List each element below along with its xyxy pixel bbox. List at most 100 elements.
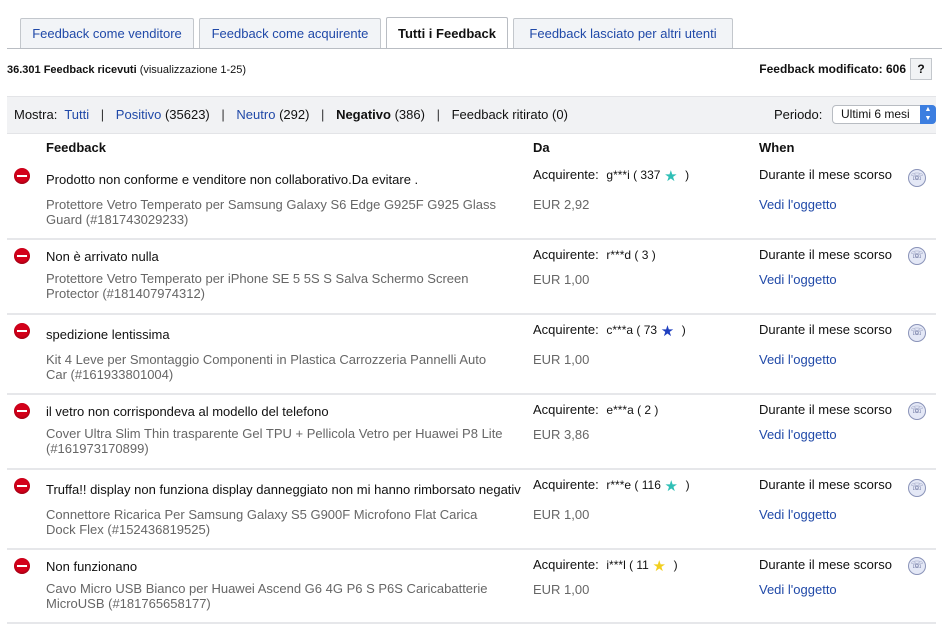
tab-seller-feedback[interactable]: Feedback come venditore (20, 18, 194, 48)
view-item-link[interactable]: Vedi l'oggetto (759, 352, 837, 367)
view-item-link[interactable]: Vedi l'oggetto (759, 427, 837, 442)
feedback-row: Truffa!! display non funziona display da… (7, 470, 936, 550)
feedback-from: Acquirente: e***a ( 2 ) (533, 402, 662, 420)
period-select[interactable]: Ultimi 6 mesi ▲ ▼ (832, 105, 936, 125)
feedback-modified-count: Feedback modificato: 606 (759, 62, 906, 76)
buyer-username-link[interactable]: c***a ( 73 (606, 323, 657, 337)
reply-feedback-icon[interactable]: ☏ (908, 169, 926, 187)
separator: | (221, 107, 225, 122)
view-item-link[interactable]: Vedi l'oggetto (759, 197, 837, 212)
feedback-item-title: Protettore Vetro Temperato per Samsung G… (46, 197, 496, 227)
separator: | (436, 107, 440, 122)
feedback-star-icon: ★ (664, 168, 678, 185)
feedback-star-icon: ★ (660, 323, 675, 340)
reply-feedback-icon[interactable]: ☏ (908, 479, 926, 497)
view-item-link[interactable]: Vedi l'oggetto (759, 272, 837, 287)
feedback-from: Acquirente: g***i ( 337 ★ ) (533, 167, 689, 185)
item-price: EUR 1,00 (533, 352, 590, 367)
feedback-comment: Prodotto non conforme e venditore non co… (46, 172, 419, 187)
buyer-username-link[interactable]: r***d ( 3 ) (606, 248, 655, 262)
help-button[interactable]: ? (910, 58, 932, 80)
chevron-updown-icon: ▲ ▼ (920, 105, 936, 125)
separator: | (321, 107, 325, 122)
feedback-item-title: Kit 4 Leve per Smontaggio Componenti in … (46, 352, 487, 382)
feedback-from: Acquirente: r***d ( 3 ) (533, 247, 660, 265)
feedback-when: Durante il mese scorso (759, 402, 892, 417)
table-header: Feedback Da When (7, 134, 936, 160)
feedback-from: Acquirente: r***e ( 116 ★ ) (533, 477, 690, 495)
feedback-when: Durante il mese scorso (759, 557, 892, 572)
feedback-from: Acquirente: i***l ( 11 ★ ) (533, 557, 678, 575)
tab-all-feedback[interactable]: Tutti i Feedback (386, 17, 508, 49)
negative-rating-icon (14, 323, 30, 339)
period-label: Periodo: (773, 107, 823, 122)
negative-rating-icon (14, 558, 30, 574)
column-header-when: When (759, 140, 795, 155)
buyer-username-link[interactable]: g***i ( 337 (606, 168, 660, 182)
buyer-role-label: Acquirente: (533, 402, 599, 417)
feedback-comment: Truffa!! display non funziona display da… (46, 482, 521, 497)
tabs-divider (7, 48, 942, 49)
negative-rating-icon (14, 478, 30, 494)
buyer-role-label: Acquirente: (533, 167, 599, 182)
item-price: EUR 1,00 (533, 582, 590, 597)
buyer-score-close: ) (685, 168, 690, 182)
feedback-when: Durante il mese scorso (759, 477, 892, 492)
buyer-username-link[interactable]: r***e ( 116 (606, 478, 660, 492)
column-header-from: Da (533, 140, 550, 155)
view-item-link[interactable]: Vedi l'oggetto (759, 507, 837, 522)
filter-bar: Mostra: Tutti | Positivo (35623) | Neutr… (7, 96, 936, 134)
feedback-when: Durante il mese scorso (759, 167, 892, 182)
buyer-username-link[interactable]: i***l ( 11 (606, 558, 648, 572)
feedback-when: Durante il mese scorso (759, 322, 892, 337)
period-select-value: Ultimi 6 mesi (841, 107, 910, 122)
positive-count: (35623) (164, 107, 210, 122)
reply-feedback-icon[interactable]: ☏ (908, 402, 926, 420)
filter-all-link[interactable]: Tutti (64, 107, 89, 122)
buyer-username-link[interactable]: e***a ( 2 ) (606, 403, 658, 417)
buyer-score-close: ) (673, 558, 678, 572)
feedback-count: 36.301 Feedback ricevuti (7, 64, 137, 76)
filter-negative-label: Negativo (336, 107, 391, 122)
negative-rating-icon (14, 168, 30, 184)
feedback-item-title: Cover Ultra Slim Thin trasparente Gel TP… (46, 426, 503, 456)
feedback-item-title: Protettore Vetro Temperato per iPhone SE… (46, 271, 469, 301)
item-price: EUR 1,00 (533, 507, 590, 522)
item-price: EUR 1,00 (533, 272, 590, 287)
view-item-link[interactable]: Vedi l'oggetto (759, 582, 837, 597)
feedback-row: Non è arrivato nulla Protettore Vetro Te… (7, 240, 936, 315)
buyer-score-close: ) (685, 478, 690, 492)
filter-positive-link[interactable]: Positivo (116, 107, 162, 122)
item-price: EUR 2,92 (533, 197, 590, 212)
feedback-comment: spedizione lentissima (46, 327, 170, 342)
filter-withdrawn-label: Feedback ritirato (0) (451, 107, 568, 122)
feedback-star-icon: ★ (652, 558, 666, 575)
feedback-when: Durante il mese scorso (759, 247, 892, 262)
feedback-star-icon: ★ (664, 478, 678, 495)
reply-feedback-icon[interactable]: ☏ (908, 324, 926, 342)
feedback-comment: Non è arrivato nulla (46, 249, 159, 264)
buyer-role-label: Acquirente: (533, 477, 599, 492)
buyer-role-label: Acquirente: (533, 557, 599, 572)
feedback-row: Non funzionano Cavo Micro USB Bianco per… (7, 550, 936, 624)
buyer-role-label: Acquirente: (533, 247, 599, 262)
reply-feedback-icon[interactable]: ☏ (908, 247, 926, 265)
feedback-summary: 36.301 Feedback ricevuti (visualizzazion… (7, 64, 246, 76)
reply-feedback-icon[interactable]: ☏ (908, 557, 926, 575)
feedback-tabs: Feedback come venditore Feedback come ac… (0, 0, 942, 49)
feedback-item-title: Connettore Ricarica Per Samsung Galaxy S… (46, 507, 478, 537)
feedback-row: spedizione lentissima Kit 4 Leve per Smo… (7, 315, 936, 395)
item-price: EUR 3,86 (533, 427, 590, 442)
feedback-from: Acquirente: c***a ( 73 ★ ) (533, 322, 686, 340)
neutral-count: (292) (279, 107, 310, 122)
feedback-item-title: Cavo Micro USB Bianco per Huawei Ascend … (46, 581, 488, 611)
separator: | (100, 107, 105, 122)
negative-rating-icon (14, 248, 30, 264)
filter-neutral-link[interactable]: Neutro (236, 107, 275, 122)
tab-buyer-feedback[interactable]: Feedback come acquirente (199, 18, 381, 48)
tab-feedback-left-for-others[interactable]: Feedback lasciato per altri utenti (513, 18, 733, 48)
negative-count: (386) (394, 107, 425, 122)
feedback-row: il vetro non corrispondeva al modello de… (7, 395, 936, 470)
feedback-range: (visualizzazione 1-25) (139, 64, 247, 76)
feedback-comment: il vetro non corrispondeva al modello de… (46, 404, 329, 419)
